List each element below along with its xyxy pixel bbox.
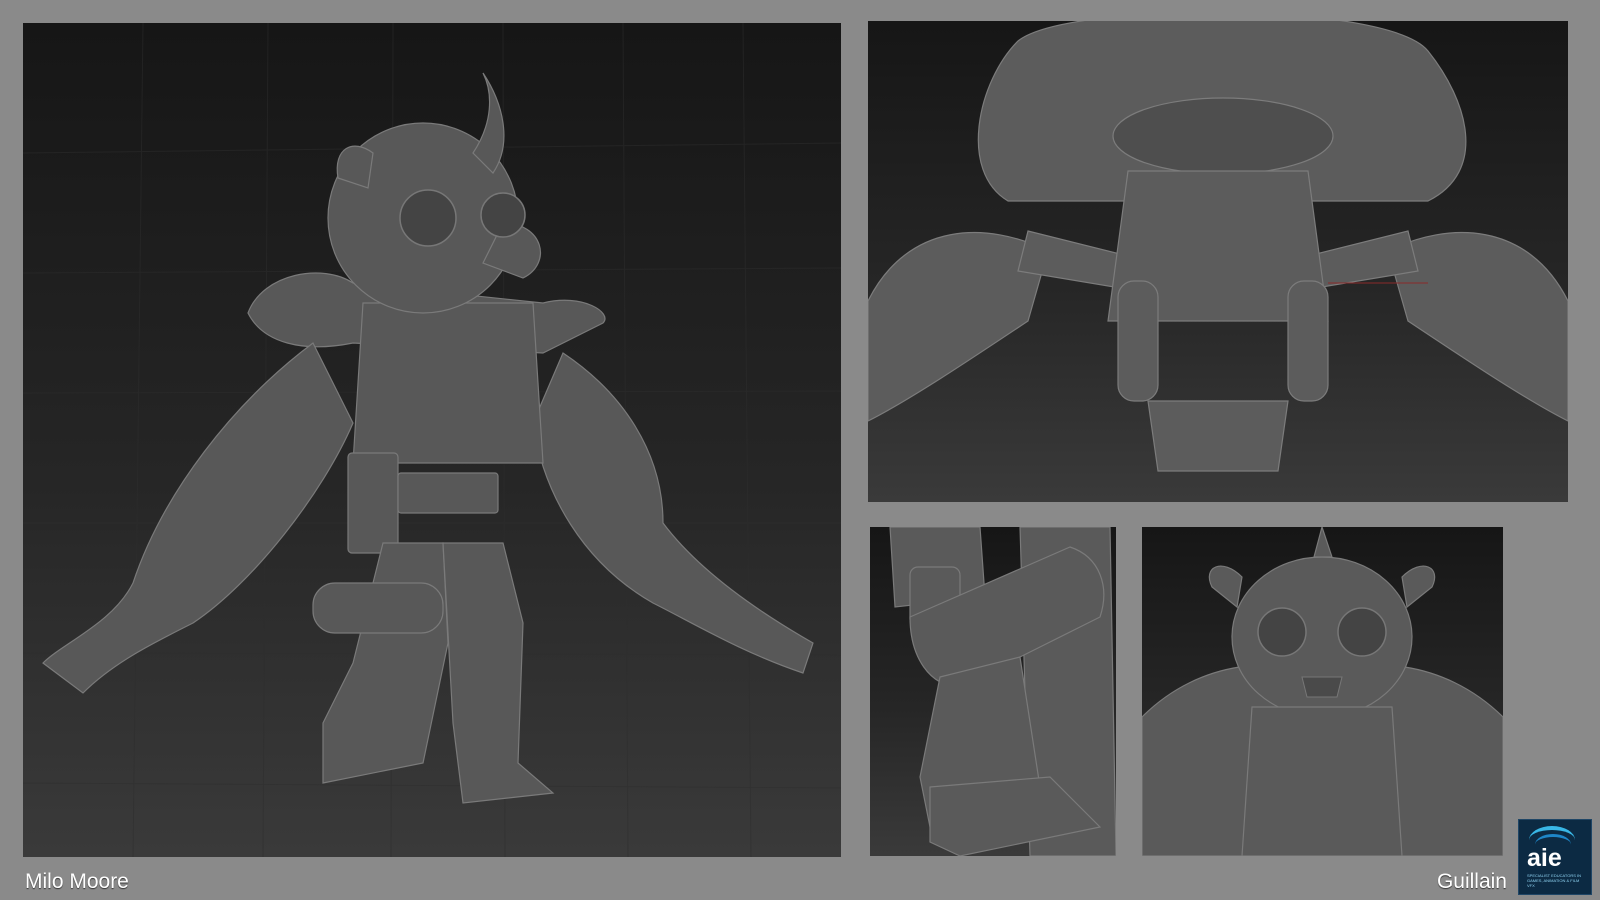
aie-logo: aie SPECIALIST EDUCATORS IN GAMES, ANIMA… [1518, 819, 1592, 895]
leg-detail-render-panel [870, 527, 1116, 856]
logo-wordmark: aie [1527, 844, 1562, 872]
character-low-angle-render [868, 21, 1568, 472]
character-leg-detail-render [889, 527, 1116, 856]
main-render-panel [23, 23, 841, 857]
front-view-render-panel [1142, 527, 1503, 856]
character-front-view-render [1142, 527, 1503, 856]
low-angle-render-panel [868, 21, 1568, 502]
character-full-body-render [23, 23, 841, 857]
artist-name: Milo Moore [25, 870, 129, 893]
logo-tagline: SPECIALIST EDUCATORS IN GAMES, ANIMATION… [1527, 873, 1582, 888]
character-name: Guillain [1436, 870, 1507, 893]
